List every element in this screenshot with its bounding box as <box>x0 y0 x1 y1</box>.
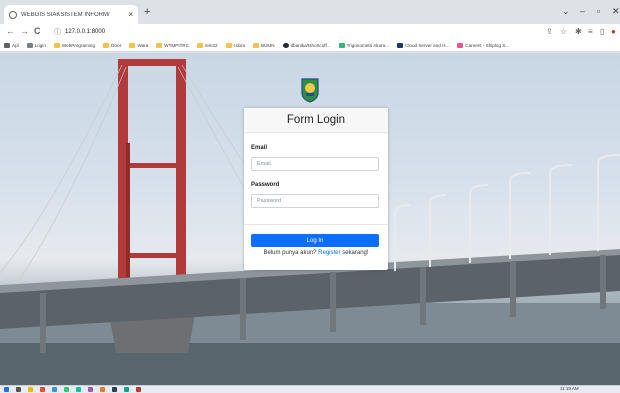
close-window-icon[interactable]: ✕ <box>612 6 620 17</box>
folder-icon <box>225 43 232 48</box>
forward-button[interactable]: → <box>20 26 29 36</box>
tab-title: WEBGIS SIAKSISTEM INFORM/ <box>21 11 110 18</box>
bookmark-label: BUMN <box>261 43 275 48</box>
github-icon <box>282 43 289 48</box>
chevron-down-icon[interactable]: ⌄ <box>562 6 570 17</box>
bookmark-label: Docs <box>111 43 122 48</box>
address-text: 127.0.0.1:8000 <box>65 29 106 35</box>
info-icon[interactable]: ⓘ <box>54 27 61 37</box>
bookmark-apps[interactable]: Apl <box>4 43 19 48</box>
folder-icon <box>53 43 60 48</box>
bookmark-label: Trigonometri Akura... <box>346 43 390 48</box>
bookmark-link[interactable]: Careers - Shiplog S... <box>457 43 509 48</box>
card-divider <box>244 224 388 225</box>
bookmark-label: cobra <box>233 43 246 48</box>
bookmark-label: WebPrograming <box>61 43 95 48</box>
reload-button[interactable]: C <box>34 26 41 36</box>
bookmark-label: Cloud Server and H... <box>405 43 450 48</box>
app-icon[interactable] <box>64 387 69 392</box>
app-icon[interactable] <box>136 387 141 392</box>
app-icon[interactable] <box>124 387 129 392</box>
folder-icon <box>103 43 109 48</box>
app-icon[interactable] <box>52 387 57 392</box>
bookmark-folder[interactable]: Wara <box>129 43 148 48</box>
maximize-icon[interactable]: ▫ <box>597 6 600 16</box>
folder-icon <box>253 43 260 48</box>
folder-icon <box>156 43 163 48</box>
register-suffix-text: sekarang! <box>342 250 369 256</box>
form-title: Form Login <box>286 114 346 126</box>
extension-icon[interactable]: ✱ <box>575 27 582 36</box>
login-card: Form Login Email Password Log In Belum p… <box>244 108 388 270</box>
bookmark-folder[interactable]: stm32 <box>197 43 218 48</box>
tab-strip: WEBGIS SIAKSISTEM INFORM/ × + ⌄ – ▫ ✕ <box>0 0 620 24</box>
bookmark-icon <box>397 43 404 48</box>
bookmark-label: Login <box>34 43 46 48</box>
bookmark-label: stm32 <box>205 43 218 48</box>
app-icon[interactable] <box>112 387 117 392</box>
bookmark-link[interactable]: Trigonometri Akura... <box>338 43 390 48</box>
bookmark-folder[interactable]: BUMN <box>253 43 275 48</box>
browser-tab[interactable]: WEBGIS SIAKSISTEM INFORM/ × <box>4 5 138 24</box>
email-label: Email <box>251 145 268 151</box>
file-explorer-icon[interactable] <box>28 387 33 392</box>
search-icon[interactable] <box>16 387 21 392</box>
password-label: Password <box>251 182 280 188</box>
login-button[interactable]: Log In <box>251 234 379 247</box>
app-icon[interactable] <box>88 387 93 392</box>
sidebar-icon[interactable]: ▯ <box>600 27 604 36</box>
start-menu-icon[interactable] <box>4 387 9 392</box>
site-favicon-icon <box>9 10 17 19</box>
star-icon[interactable]: ☆ <box>560 27 567 36</box>
profile-avatar-icon[interactable]: ● <box>611 27 616 36</box>
email-field[interactable] <box>251 157 379 171</box>
bookmark-folder[interactable]: Docs <box>103 43 121 48</box>
register-prompt: Belum punya akun? Register sekarang! <box>244 250 388 256</box>
browser-toolbar: ← → C ⓘ 127.0.0.1:8000 ⇪ ☆ ✱ ≡ ▯ ● <box>0 24 620 40</box>
bookmark-link[interactable]: Cloud Server and H... <box>397 43 449 48</box>
page-viewport: Form Login Email Password Log In Belum p… <box>0 53 620 385</box>
app-icon[interactable] <box>76 387 81 392</box>
new-tab-button[interactable]: + <box>144 6 150 18</box>
minimize-icon[interactable]: – <box>580 6 585 16</box>
register-link[interactable]: Register <box>318 250 340 256</box>
bookmark-icon <box>338 43 345 48</box>
apps-grid-icon <box>4 43 10 48</box>
bookmark-label: Careers - Shiplog S... <box>465 43 510 48</box>
bookmark-icon <box>457 43 464 48</box>
bookmark-github[interactable]: dbanika/tshortcoff... <box>282 43 331 48</box>
bookmark-label: Wara <box>137 43 149 48</box>
password-field[interactable] <box>251 194 379 208</box>
bookmark-label: WTMPITRC <box>164 43 190 48</box>
taskbar-clock[interactable]: 11:19 AM <box>560 386 579 391</box>
tab-close-icon[interactable]: × <box>128 10 133 19</box>
bookmark-icon <box>26 43 33 48</box>
bookmark-folder[interactable]: WebPrograming <box>53 43 95 48</box>
bookmark-label: Apl <box>12 43 19 48</box>
bookmark-folder[interactable]: WTMPITRC <box>156 43 189 48</box>
folder-icon <box>129 43 136 48</box>
bookmark-login[interactable]: Login <box>26 43 46 48</box>
register-prefix-text: Belum punya akun? <box>263 250 317 256</box>
folder-icon <box>197 43 204 48</box>
address-bar[interactable]: ⓘ 127.0.0.1:8000 <box>54 26 554 38</box>
bookmarks-bar: Apl Login WebPrograming Docs Wara WTMPIT… <box>0 40 620 52</box>
login-card-header: Form Login <box>244 108 388 133</box>
playlist-icon[interactable]: ≡ <box>588 27 593 36</box>
back-button[interactable]: ← <box>6 26 15 36</box>
share-icon[interactable]: ⇪ <box>546 27 553 36</box>
bookmark-label: dbanika/tshortcoff... <box>290 43 331 48</box>
provincial-emblem-logo <box>301 78 319 103</box>
app-icon[interactable] <box>100 387 105 392</box>
bookmark-folder[interactable]: cobra <box>225 43 246 48</box>
app-icon[interactable] <box>40 387 45 392</box>
